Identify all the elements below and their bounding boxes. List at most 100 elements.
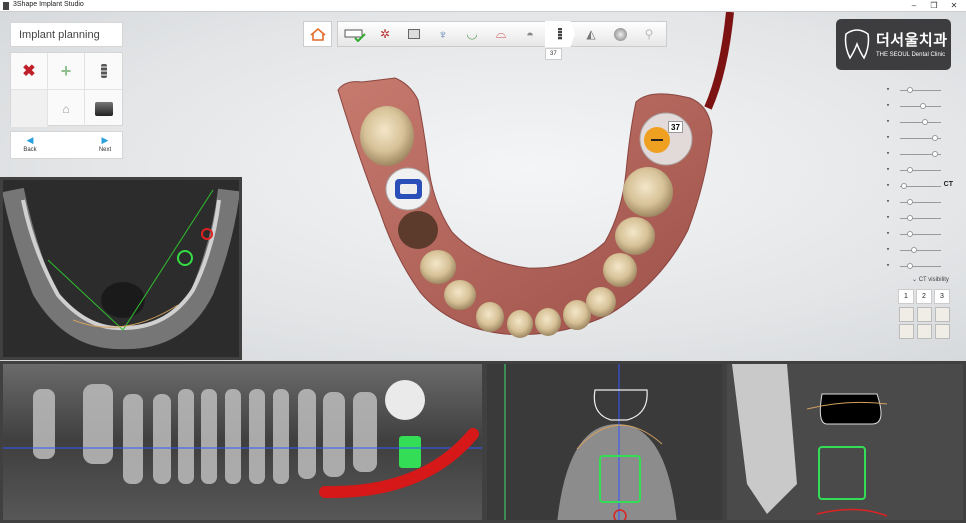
tooth-step[interactable]: ◓ [516, 21, 544, 47]
ct-visibility-label[interactable]: ⌄ CT visibility [912, 276, 949, 283]
visibility-slider[interactable]: ▪ [878, 164, 953, 176]
slider-knob[interactable] [907, 87, 914, 93]
cross-section-view[interactable] [484, 361, 725, 523]
visibility-slider[interactable]: ▪ [878, 116, 953, 128]
slider-track[interactable] [900, 250, 941, 251]
visibility-slider[interactable]: ▪ [878, 100, 953, 112]
crown-step[interactable]: ⌓ [487, 21, 515, 47]
visibility-slider[interactable]: ▪ [878, 244, 953, 256]
crown-icon: ⌓ [495, 26, 507, 41]
sleeve-button[interactable] [85, 90, 122, 127]
abutment-icon: ⌂ [62, 101, 70, 116]
sphere-step[interactable] [606, 21, 634, 47]
implant-icon [100, 64, 107, 78]
slider-track[interactable] [900, 202, 941, 203]
gum-visibility-icon: ▪ [886, 214, 890, 221]
workflow-toolbar: ✲ ♆ ◡ ⌓ ◓ ◭ ⚲ [303, 21, 667, 47]
maximize-button[interactable]: ❒ [924, 0, 944, 12]
slider-track[interactable] [900, 90, 941, 91]
home-button[interactable] [303, 21, 332, 47]
panoramic-image [3, 364, 482, 520]
panorama-step[interactable] [400, 21, 428, 47]
cross-section-image-2 [727, 364, 963, 520]
slider-knob[interactable] [911, 247, 918, 253]
slider-track[interactable] [900, 234, 941, 235]
slider-knob[interactable] [907, 263, 914, 269]
ct-tab-3[interactable]: 3 [934, 289, 950, 304]
slider-track[interactable] [900, 218, 941, 219]
scanner-tube [704, 12, 734, 110]
cross-section-image [487, 364, 722, 520]
axial-ct-view[interactable] [0, 177, 242, 360]
visibility-slider[interactable]: ▪ [878, 260, 953, 272]
implant-library-step[interactable]: ♆ [429, 21, 457, 47]
slider-knob[interactable] [919, 103, 926, 109]
slider-knob[interactable] [901, 183, 908, 189]
slider-track[interactable] [900, 266, 941, 267]
next-step-button[interactable]: ⚲ [635, 21, 663, 47]
implant-tooth-label[interactable]: 37 [668, 121, 683, 133]
view-button-right[interactable] [935, 324, 950, 339]
arrow-left-icon: ◀ [26, 135, 34, 145]
home-icon [309, 27, 326, 41]
slider-knob[interactable] [907, 199, 914, 205]
slider-knob[interactable] [907, 231, 914, 237]
slider-track[interactable] [900, 170, 941, 171]
abutment-button[interactable]: ⌂ [48, 90, 85, 127]
tool-grid: ✖ + ⌂ [10, 52, 123, 127]
delete-x-icon: ✖ [22, 63, 36, 80]
teeth-setup-icon: ✲ [379, 27, 391, 41]
navigation-box: ◀ Back ▶ Next [10, 131, 123, 159]
slider-knob[interactable] [907, 167, 914, 173]
window-title: 3Shape Implant Studio [13, 1, 84, 8]
abutment-visibility-icon: ▪ [886, 150, 890, 157]
scan-check-step[interactable] [340, 21, 370, 47]
slider-knob[interactable] [931, 151, 938, 157]
guide-visibility-icon: ▪ [886, 102, 890, 109]
scan-visibility-icon: ▪ [886, 118, 890, 125]
slider-knob[interactable] [931, 135, 938, 141]
cross-section-view-2[interactable] [724, 361, 966, 523]
ct-tab-1[interactable]: 1 [898, 289, 914, 304]
nerve-step[interactable]: ◡ [458, 21, 486, 47]
ct-visibility-text: CT visibility [918, 277, 949, 283]
implant-library-icon: ♆ [438, 26, 448, 42]
slider-knob[interactable] [921, 119, 928, 125]
minimize-button[interactable]: – [904, 0, 924, 12]
brightness-icon: ▪ [886, 246, 890, 253]
slider-track[interactable] [900, 122, 941, 123]
sleeve-visibility-icon: ▪ [886, 134, 890, 141]
view-button-front[interactable] [899, 307, 914, 322]
visibility-slider[interactable]: ▪ [878, 148, 953, 160]
ct-tab-2[interactable]: 2 [916, 289, 932, 304]
panel-title: Implant planning [10, 22, 123, 47]
tooth-icon: ◓ [526, 26, 534, 42]
contrast-icon: ▪ [886, 262, 890, 269]
visibility-slider[interactable]: ▪ [878, 132, 953, 144]
visibility-slider[interactable]: ▪ [878, 196, 953, 208]
next-label: Next [98, 147, 112, 153]
view-button-left[interactable] [899, 324, 914, 339]
back-button[interactable]: ◀ Back [11, 132, 49, 160]
guide-step[interactable]: ◭ [577, 21, 605, 47]
panoramic-view[interactable] [0, 361, 485, 523]
visibility-slider[interactable]: ▪ CT [878, 180, 953, 192]
delete-implant-button[interactable]: ✖ [11, 53, 48, 90]
close-button[interactable]: ✕ [944, 0, 964, 12]
add-implant-button[interactable]: + [48, 53, 85, 90]
view-button-side[interactable] [935, 307, 950, 322]
title-bar: 3Shape Implant Studio – ❒ ✕ [0, 0, 966, 12]
view-button-bottom[interactable] [917, 324, 932, 339]
visibility-slider[interactable]: ▪ [878, 84, 953, 96]
visibility-slider[interactable]: ▪ [878, 228, 953, 240]
view-button-top[interactable] [917, 307, 932, 322]
next-button[interactable]: ▶ Next [86, 132, 124, 160]
nerve-visibility-icon: ▪ [886, 166, 890, 173]
visibility-slider[interactable]: ▪ [878, 212, 953, 224]
ct-visibility-icon: ▪ [886, 182, 890, 189]
slider-knob[interactable] [907, 215, 914, 221]
clinic-name: 더서울치과 [876, 32, 948, 49]
teeth-setup-step[interactable]: ✲ [371, 21, 399, 47]
implant-planning-step[interactable] [545, 21, 575, 47]
implant-button[interactable] [85, 53, 122, 90]
